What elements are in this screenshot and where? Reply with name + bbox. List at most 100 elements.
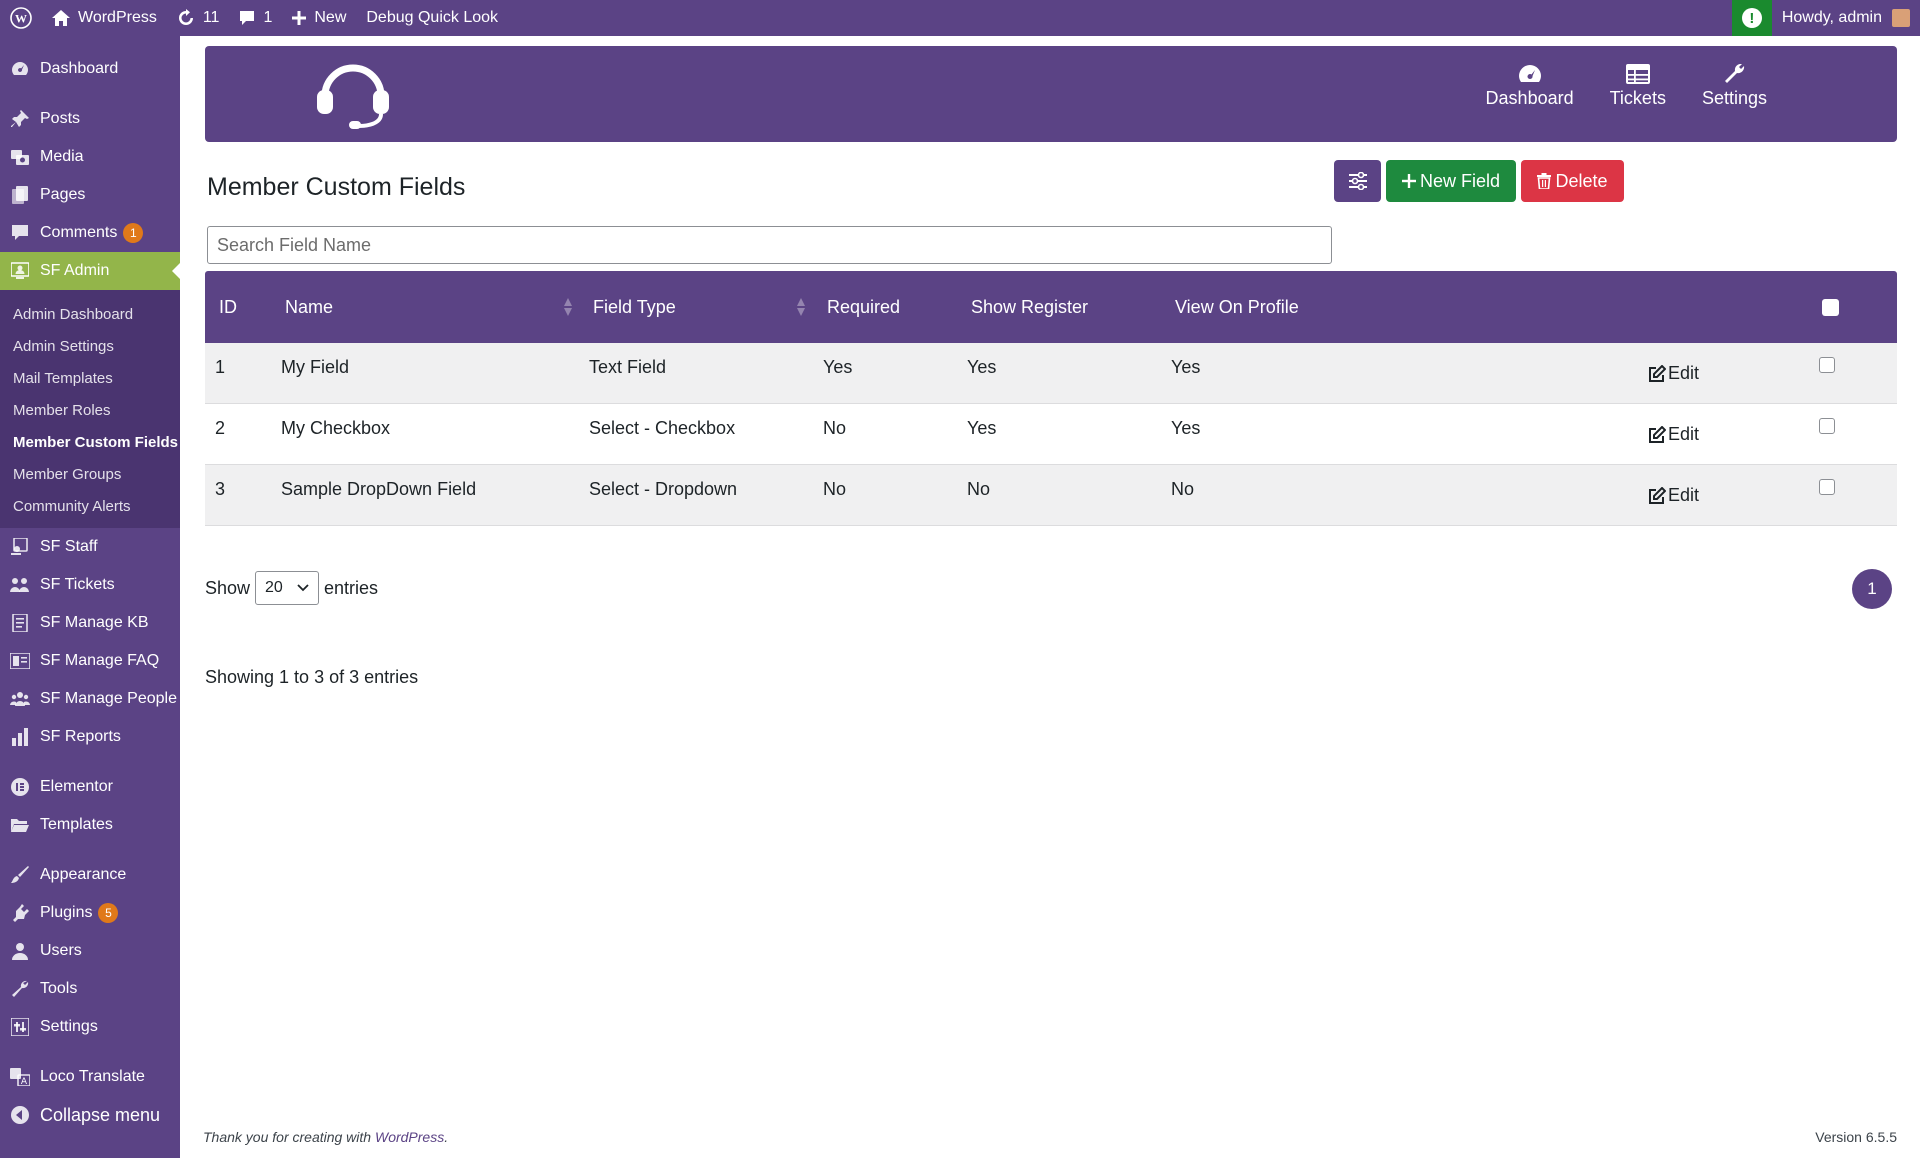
column-settings-button[interactable]: [1334, 160, 1381, 202]
people-group-icon: [10, 689, 30, 709]
new-field-label: New Field: [1419, 170, 1501, 191]
column-header-field-type[interactable]: Field Type: [593, 271, 676, 343]
table-row: 3 Sample DropDown Field Select - Dropdow…: [205, 465, 1897, 526]
menu-dashboard[interactable]: Dashboard: [0, 50, 180, 88]
submenu-mail-templates[interactable]: Mail Templates: [0, 362, 180, 394]
column-header-required[interactable]: Required: [827, 271, 900, 343]
delete-button[interactable]: Delete: [1521, 160, 1624, 202]
new-field-button[interactable]: New Field: [1386, 160, 1516, 202]
menu-sf-reports[interactable]: SF Reports: [0, 718, 180, 756]
avatar: [1892, 9, 1910, 27]
comments-link[interactable]: 1: [229, 0, 282, 36]
menu-comments[interactable]: Comments 1: [0, 214, 180, 252]
submenu-admin-dashboard[interactable]: Admin Dashboard: [0, 298, 180, 330]
plugin-nav-settings-label: Settings: [1701, 88, 1767, 108]
column-header-name[interactable]: Name: [285, 271, 333, 343]
submenu-member-custom-fields[interactable]: Member Custom Fields: [0, 426, 180, 458]
submenu-member-roles[interactable]: Member Roles: [0, 394, 180, 426]
wordpress-logo-icon[interactable]: W: [0, 0, 42, 36]
menu-plugins-label: Plugins: [40, 904, 93, 921]
submenu-member-groups[interactable]: Member Groups: [0, 458, 180, 490]
menu-users[interactable]: Users: [0, 932, 180, 970]
plugin-nav: Dashboard Tickets Settings: [1450, 64, 1767, 109]
edit-label: Edit: [1668, 363, 1700, 383]
menu-templates[interactable]: Templates: [0, 806, 180, 844]
menu-loco-translate[interactable]: A Loco Translate: [0, 1058, 180, 1096]
menu-plugins[interactable]: Plugins 5: [0, 894, 180, 932]
menu-pages[interactable]: Pages: [0, 176, 180, 214]
my-account-link[interactable]: Howdy, admin: [1772, 0, 1920, 36]
menu-sf-staff[interactable]: SF Staff: [0, 528, 180, 566]
menu-sf-manage-kb[interactable]: SF Manage KB: [0, 604, 180, 642]
collapse-menu-label: Collapse menu: [40, 1104, 161, 1125]
alert-icon[interactable]: !: [1731, 0, 1772, 36]
sort-arrows-icon[interactable]: [796, 298, 806, 316]
collapse-menu-button[interactable]: Collapse menu: [0, 1096, 180, 1134]
edit-label: Edit: [1668, 424, 1700, 444]
plugin-nav-dashboard[interactable]: Dashboard: [1486, 64, 1574, 109]
menu-sf-admin[interactable]: SF Admin: [0, 252, 180, 290]
search-input[interactable]: [207, 226, 1332, 264]
svg-text:A: A: [21, 1077, 28, 1086]
column-header-show-register[interactable]: Show Register: [971, 271, 1088, 343]
updates-link[interactable]: 11: [167, 0, 230, 36]
row-checkbox[interactable]: [1819, 357, 1835, 373]
chevron-down-icon: [297, 584, 309, 592]
bar-chart-icon: [10, 727, 30, 747]
select-all-checkbox[interactable]: [1822, 299, 1839, 316]
tickets-people-icon: [10, 575, 30, 595]
row-field-type: Text Field: [589, 357, 667, 377]
edit-pencil-icon: [1649, 425, 1666, 443]
table-icon: [1625, 64, 1650, 84]
menu-sf-manage-faq[interactable]: SF Manage FAQ: [0, 642, 180, 680]
site-name-label: WordPress: [78, 9, 157, 26]
menu-posts[interactable]: Posts: [0, 100, 180, 138]
plugins-badge: 5: [98, 903, 119, 923]
plugin-nav-tickets[interactable]: Tickets: [1610, 64, 1666, 109]
menu-sf-manage-kb-label: SF Manage KB: [40, 614, 149, 631]
edit-link[interactable]: Edit: [1648, 485, 1699, 506]
sf-admin-submenu: Admin Dashboard Admin Settings Mail Temp…: [0, 290, 180, 528]
submenu-community-alerts[interactable]: Community Alerts: [0, 490, 180, 522]
menu-pages-label: Pages: [40, 186, 86, 203]
menu-sf-staff-label: SF Staff: [40, 538, 98, 555]
column-header-id[interactable]: ID: [219, 271, 237, 343]
new-content-link[interactable]: New: [282, 0, 356, 36]
sort-arrows-icon[interactable]: [563, 298, 573, 316]
updates-count: 11: [202, 9, 220, 26]
plugin-header: Dashboard Tickets Settings: [205, 46, 1897, 142]
menu-elementor[interactable]: Elementor: [0, 768, 180, 806]
submenu-admin-settings[interactable]: Admin Settings: [0, 330, 180, 362]
menu-appearance[interactable]: Appearance: [0, 856, 180, 894]
wordpress-link[interactable]: WordPress: [375, 1129, 444, 1145]
entries-per-page-select[interactable]: 20: [255, 571, 320, 605]
site-name-link[interactable]: WordPress: [42, 0, 167, 36]
row-checkbox[interactable]: [1819, 479, 1835, 495]
plugin-nav-settings[interactable]: Settings: [1702, 64, 1767, 109]
page-title: Member Custom Fields: [207, 173, 466, 201]
pagination-page-1[interactable]: 1: [1852, 569, 1892, 609]
row-show-register: Yes: [967, 357, 997, 377]
row-checkbox[interactable]: [1819, 418, 1835, 434]
menu-media[interactable]: Media: [0, 138, 180, 176]
howdy-label: Howdy, admin: [1781, 9, 1882, 26]
column-header-view-on-profile[interactable]: View On Profile: [1175, 271, 1299, 343]
plugin-nav-tickets-label: Tickets: [1609, 88, 1666, 108]
menu-settings[interactable]: Settings: [0, 1008, 180, 1046]
menu-sf-tickets[interactable]: SF Tickets: [0, 566, 180, 604]
main-content: Dashboard Tickets Settings Member Custom…: [180, 36, 1920, 1158]
media-camera-icon: [10, 147, 30, 167]
row-view-on-profile: Yes: [1171, 357, 1201, 377]
edit-link[interactable]: Edit: [1648, 424, 1699, 445]
row-name: My Checkbox: [281, 418, 391, 438]
menu-tools[interactable]: Tools: [0, 970, 180, 1008]
admin-sidebar: Dashboard Posts Media Pages Comments 1 S…: [0, 36, 180, 1158]
edit-link[interactable]: Edit: [1648, 363, 1699, 384]
edit-pencil-icon: [1649, 364, 1666, 382]
menu-sf-manage-people[interactable]: SF Manage People: [0, 680, 180, 718]
menu-media-label: Media: [40, 148, 84, 165]
debug-quick-look-link[interactable]: Debug Quick Look: [356, 0, 508, 36]
sliders-icon: [1348, 172, 1367, 190]
custom-fields-table: ID Name Field Type Required Show Registe…: [205, 271, 1897, 526]
admin-user-icon: [10, 261, 30, 281]
